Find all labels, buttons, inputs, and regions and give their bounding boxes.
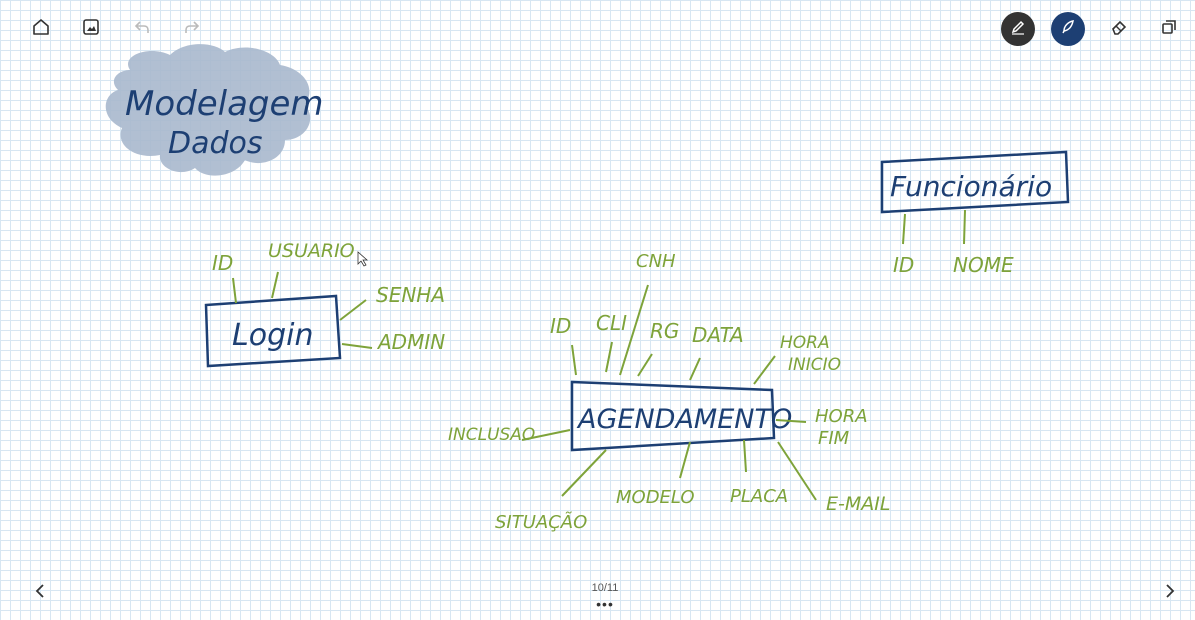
chevron-left-icon	[31, 581, 51, 606]
previous-page-button[interactable]	[23, 575, 59, 611]
login-attr-admin: ADMIN	[376, 330, 445, 354]
more-options-button[interactable]: •••	[585, 596, 625, 612]
funcionario-entity[interactable]: Funcionário ID NOME	[880, 150, 1070, 277]
agendamento-attr-rg: RG	[650, 319, 679, 343]
funcionario-label: Funcionário	[890, 170, 1052, 203]
highlighter-tool-button[interactable]	[1051, 12, 1085, 46]
whiteboard-canvas[interactable]: Modelagem Dados Login ID USUARIO SENHA A…	[0, 0, 1195, 620]
title-cloud[interactable]: Modelagem Dados	[105, 44, 324, 176]
agendamento-attr-id: ID	[550, 314, 571, 338]
agendamento-attr-hora-fim-2: FIM	[818, 428, 850, 449]
eraser-icon	[1109, 17, 1129, 42]
funcionario-attr-nome: NOME	[953, 253, 1014, 277]
agendamento-attr-email: E-MAIL	[826, 493, 890, 515]
agendamento-attr-cli: CLI	[596, 311, 627, 335]
agendamento-label: AGENDAMENTO	[576, 404, 792, 435]
eraser-tool-button[interactable]	[1101, 11, 1137, 47]
pen-tool-button[interactable]	[1001, 12, 1035, 46]
title-line-1: Modelagem	[125, 84, 324, 124]
undo-icon	[132, 17, 152, 42]
page-indicator: 10/11	[591, 582, 619, 594]
lasso-tool-button[interactable]	[1151, 11, 1187, 47]
agendamento-attr-modelo: MODELO	[616, 487, 695, 508]
login-attr-id: ID	[212, 251, 233, 275]
insert-image-button[interactable]	[73, 11, 109, 47]
login-entity[interactable]: Login ID USUARIO SENHA ADMIN	[204, 240, 445, 368]
agendamento-attr-hora-fim-1: HORA	[815, 406, 868, 427]
undo-button[interactable]	[124, 11, 160, 47]
mouse-cursor	[357, 251, 369, 267]
login-attr-usuario: USUARIO	[268, 240, 355, 262]
agendamento-attr-placa: PLACA	[730, 486, 788, 507]
redo-icon	[182, 17, 202, 42]
agendamento-attr-data: DATA	[692, 323, 744, 347]
agendamento-entity[interactable]: AGENDAMENTO CNH ID CLI RG DATA HORA INIC…	[448, 251, 890, 533]
agendamento-attr-situacao: SITUAÇÃO	[495, 511, 587, 533]
login-attr-senha: SENHA	[376, 283, 445, 307]
agendamento-attr-cnh: CNH	[636, 251, 676, 272]
title-line-2: Dados	[168, 126, 263, 161]
next-page-button[interactable]	[1151, 575, 1187, 611]
home-icon	[31, 17, 51, 42]
redo-button[interactable]	[174, 11, 210, 47]
agendamento-attr-inclusao: INCLUSAO	[448, 425, 535, 445]
highlighter-icon	[1058, 17, 1078, 42]
image-icon	[81, 17, 101, 42]
chevron-right-icon	[1159, 581, 1179, 606]
home-button[interactable]	[23, 11, 59, 47]
pen-icon	[1008, 17, 1028, 42]
lasso-icon	[1159, 17, 1179, 42]
agendamento-attr-hora-inicio-2: INICIO	[788, 355, 841, 375]
funcionario-attr-id: ID	[893, 253, 914, 277]
agendamento-attr-hora-inicio-1: HORA	[780, 333, 830, 353]
login-label: Login	[232, 318, 313, 353]
